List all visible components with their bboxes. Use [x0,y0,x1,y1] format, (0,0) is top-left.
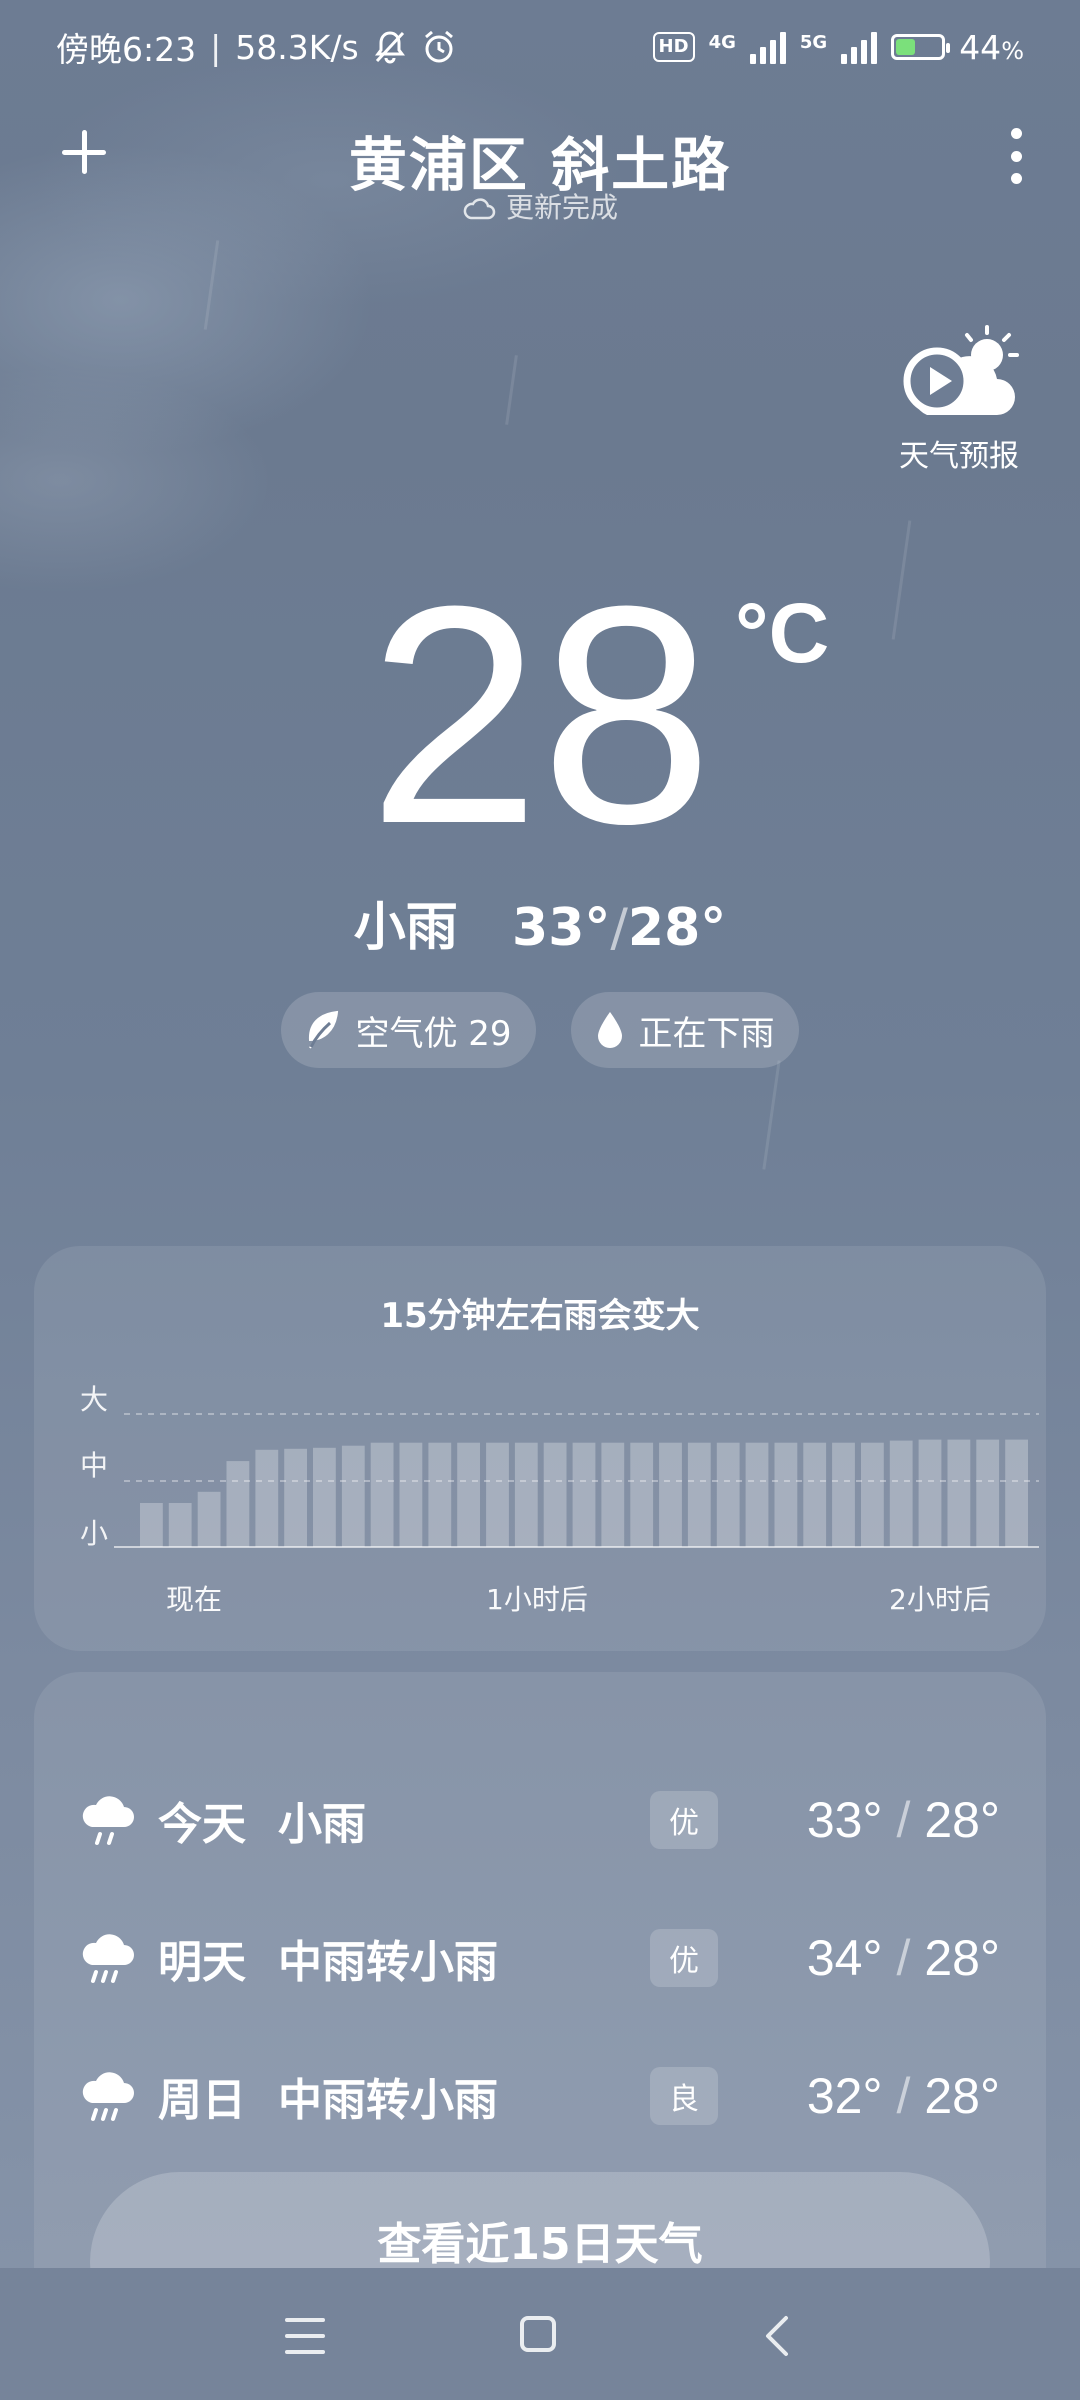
precipitation-bar [399,1442,423,1547]
hd-icon: HD [652,32,695,62]
precipitation-bar [803,1442,827,1547]
water-drop-icon [597,1012,622,1048]
moderate-rain-icon [82,1934,134,1983]
precipitation-card[interactable]: 15分钟左右雨会变大 大 中 小 现在 1小时后 2小时后 [34,1246,1046,1651]
network-5g-label: 5G [799,31,828,53]
precipitation-bar [226,1461,250,1547]
precipitation-bar [284,1448,307,1547]
cloud-icon [463,198,496,220]
today-low: 28° [627,898,727,958]
precipitation-bar [572,1442,596,1547]
precipitation-bar [774,1442,798,1547]
precipitation-bar [313,1447,336,1547]
precipitation-bar [370,1442,394,1547]
precipitation-bar [976,1439,1000,1547]
aqi-badge: 优 [650,1929,718,1987]
precipitation-bar [745,1442,769,1547]
signal-4g-icon [749,30,786,64]
air-quality-pill[interactable]: 空气优 29 [281,992,536,1068]
precipitation-bar [659,1442,682,1547]
home-icon[interactable] [520,2316,556,2352]
precipitation-bar [918,1439,942,1547]
day-label: 明天 [158,1937,246,1988]
daily-row-today[interactable]: 今天 小雨 优 33°/28° [80,1780,1000,1860]
rain-streak [505,355,518,425]
battery-icon [891,34,951,60]
weather-video-label: 天气预报 [899,439,1019,474]
weather-video-icon [903,325,1019,415]
weather-video-button[interactable]: 天气预报 [894,325,1024,475]
back-icon[interactable] [760,2314,792,2358]
x-label-now: 现在 [166,1583,223,1616]
daily-row-sunday[interactable]: 周日 中雨转小雨 良 32°/28° [80,2056,1000,2136]
precipitation-bar [861,1442,884,1547]
alarm-icon [424,30,453,63]
navigation-bar [0,2268,1080,2400]
moderate-rain-icon [82,2072,134,2121]
day-label: 周日 [158,2075,246,2126]
aqi-badge: 优 [650,1791,718,1849]
temp-range: 34°/28° [806,1930,1000,1986]
temperature-unit: °C [735,586,830,680]
precipitation-bar [428,1442,452,1547]
daily-row-tomorrow[interactable]: 明天 中雨转小雨 优 34°/28° [80,1918,1000,1998]
temp-range: 33°/28° [806,1792,1000,1848]
aqi-badge: 良 [650,2067,718,2125]
leaf-icon [309,1010,339,1049]
precipitation-bar [457,1442,480,1547]
precipitation-bar [255,1449,279,1547]
precipitation-bar [947,1439,971,1547]
current-condition: 小雨 33°/28° [353,898,727,958]
precipitation-title: 15分钟左右雨会变大 [380,1296,700,1336]
precipitation-chart [114,1413,1039,1548]
status-time: 傍晚6:23 [56,30,197,69]
rain-streak [891,520,912,640]
menu-icon[interactable] [285,2318,325,2354]
precipitation-bar [716,1442,740,1547]
network-speed: 58.3K/s [235,27,359,67]
day-label: 今天 [158,1799,246,1850]
more-menu-button[interactable] [1010,128,1022,184]
precipitation-bar [832,1442,855,1547]
battery-percent: 44% [959,27,1024,67]
day-condition: 中雨转小雨 [278,2075,498,2126]
light-rain-icon [82,1796,134,1845]
bell-muted-icon [374,31,405,64]
update-status: 更新完成 [0,186,1080,226]
indicator-pills: 空气优 29 正在下雨 [0,992,1080,1068]
precipitation-bar [601,1442,625,1547]
precipitation-bar [140,1503,163,1547]
precipitation-bar [486,1442,509,1547]
x-label-1h: 1小时后 [486,1583,588,1616]
day-condition: 小雨 [278,1799,366,1850]
precipitation-bar [341,1445,365,1547]
precipitation-bar [168,1503,192,1547]
precipitation-bar [543,1442,567,1547]
rain-status-pill[interactable]: 正在下雨 [570,992,799,1068]
network-4g-label: 4G [708,31,736,53]
rain-streak [762,1060,781,1170]
precipitation-bar [514,1442,538,1547]
precipitation-bar [197,1491,221,1547]
rain-streak [203,240,220,330]
day-condition: 中雨转小雨 [278,1937,498,1988]
signal-5g-icon [841,30,878,64]
precipitation-bar [889,1440,913,1547]
today-high: 33° [512,898,611,958]
precipitation-bar [630,1442,654,1547]
precipitation-bar [687,1442,711,1547]
current-temperature: 28 [368,541,713,888]
temp-range: 32°/28° [806,2068,1000,2124]
precipitation-bar [1005,1439,1028,1547]
x-label-2h: 2小时后 [889,1583,991,1616]
status-bar: 傍晚6:23 | 58.3K/s HD 4G 5G 44% [56,22,1024,72]
